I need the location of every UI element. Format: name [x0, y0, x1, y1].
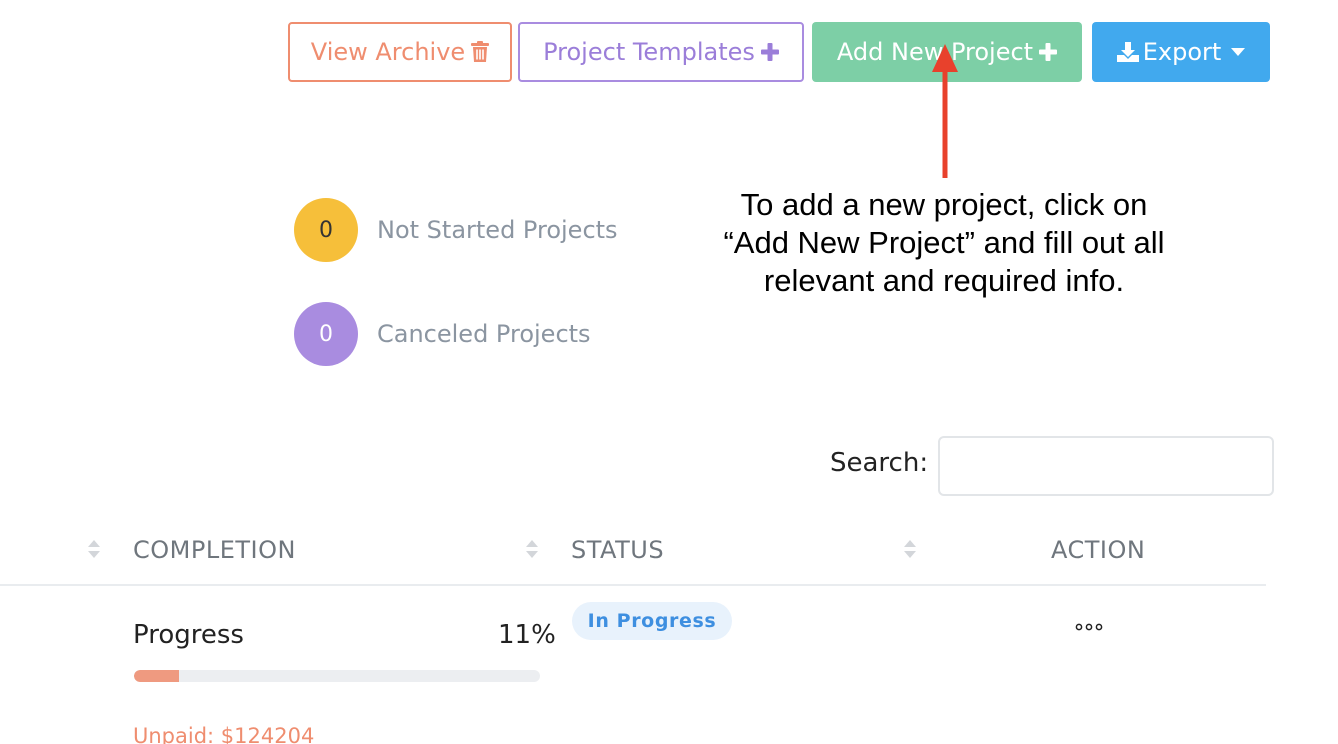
- row-actions-button[interactable]: [1072, 614, 1106, 640]
- not-started-count-badge: 0: [294, 198, 358, 262]
- annotation-text: To add a new project, click on “Add New …: [723, 187, 1165, 298]
- not-started-label: Not Started Projects: [377, 216, 618, 244]
- table-header-divider: [0, 584, 1266, 586]
- plus-icon: [1039, 43, 1058, 61]
- sort-icon[interactable]: [902, 538, 918, 560]
- project-templates-button[interactable]: Project Templates: [518, 22, 804, 82]
- progress-label: Progress: [133, 620, 244, 650]
- download-icon: [1116, 42, 1139, 62]
- sort-icon[interactable]: [524, 538, 540, 560]
- progress-percent: 11%: [498, 620, 556, 650]
- progress-bar-fill: [134, 670, 179, 682]
- project-templates-label: Project Templates: [543, 38, 755, 66]
- caret-down-icon: [1231, 48, 1246, 56]
- canceled-label: Canceled Projects: [377, 320, 591, 348]
- canceled-projects-stat: 0 Canceled Projects: [294, 302, 591, 366]
- column-header-completion[interactable]: COMPLETION: [133, 536, 296, 564]
- canceled-count-badge: 0: [294, 302, 358, 366]
- progress-bar: [134, 670, 540, 682]
- column-header-action: ACTION: [1051, 536, 1146, 564]
- export-button[interactable]: Export: [1092, 22, 1270, 82]
- annotation-arrow: [932, 44, 958, 178]
- search-label: Search:: [830, 448, 929, 478]
- not-started-projects-stat: 0 Not Started Projects: [294, 198, 618, 262]
- status-badge: In Progress: [572, 602, 732, 640]
- plus-icon: [760, 43, 779, 61]
- export-label: Export: [1142, 38, 1222, 66]
- trash-icon: [471, 41, 490, 63]
- view-archive-label: View Archive: [310, 38, 466, 66]
- column-header-status[interactable]: STATUS: [571, 536, 664, 564]
- unpaid-amount: Unpaid: $124204: [133, 724, 315, 744]
- search-input[interactable]: [938, 436, 1274, 496]
- view-archive-button[interactable]: View Archive: [288, 22, 512, 82]
- sort-icon[interactable]: [86, 538, 102, 560]
- more-horizontal-icon: [1075, 623, 1103, 631]
